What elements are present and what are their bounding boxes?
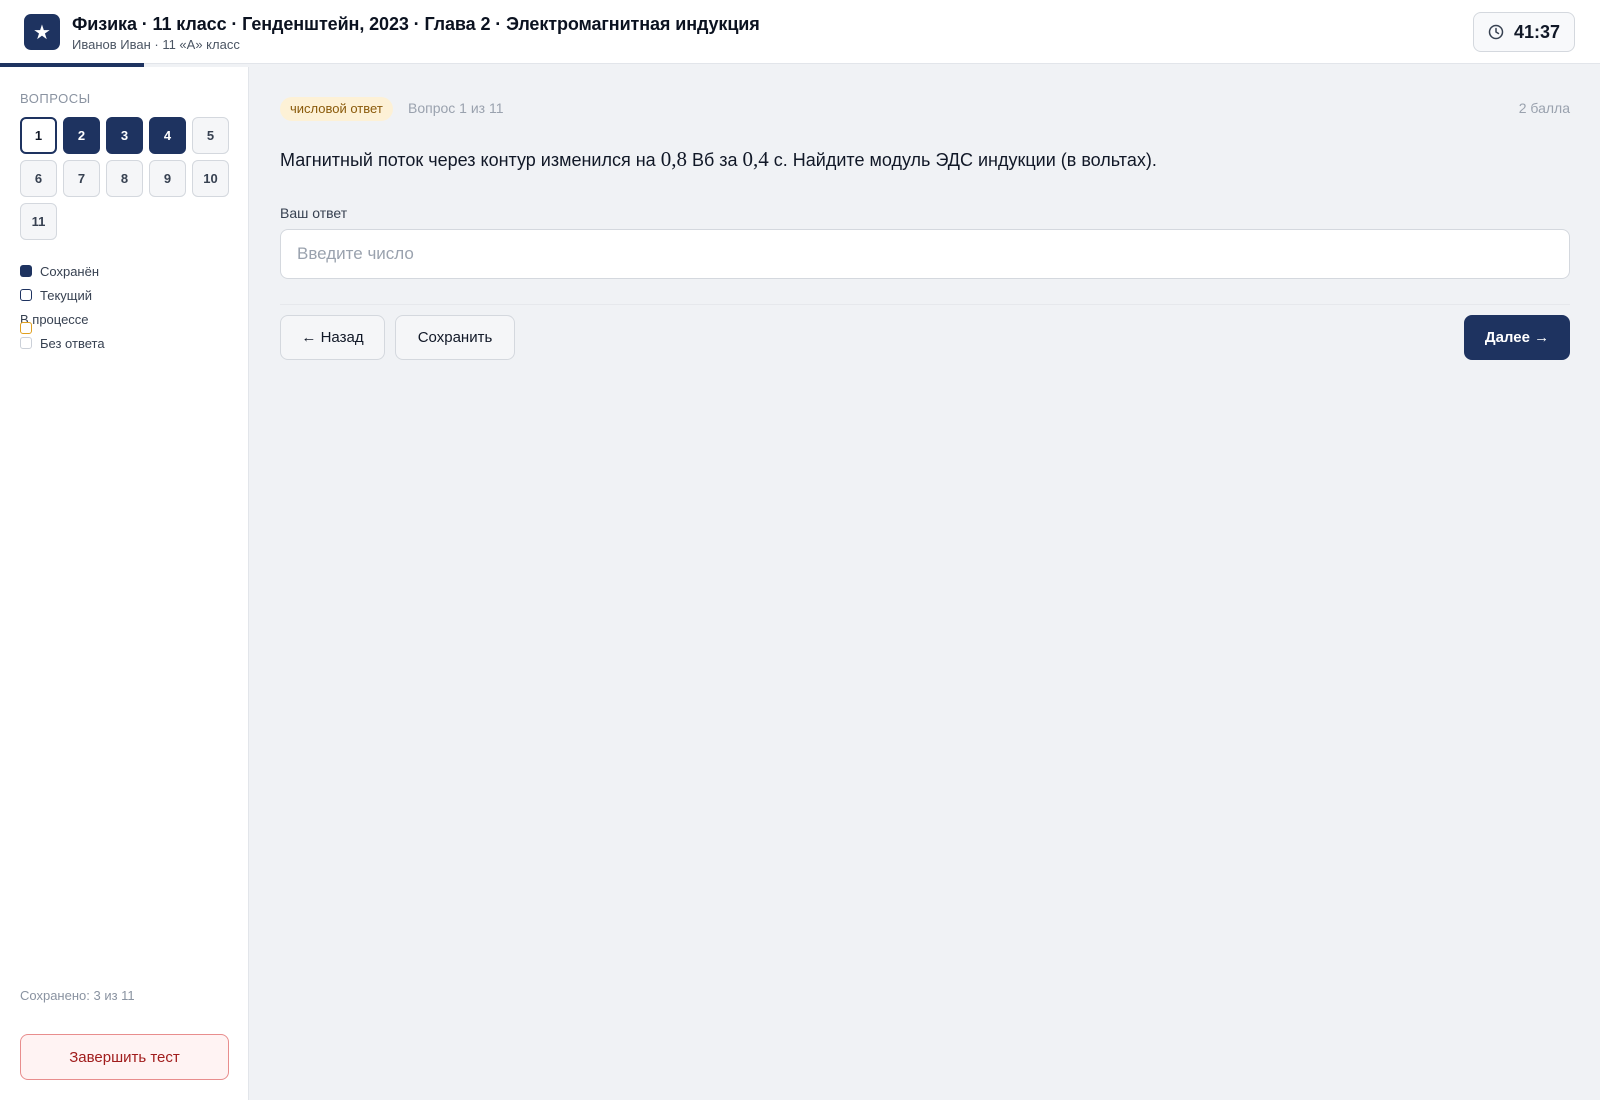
question-nav-button-9[interactable]: 9: [149, 160, 186, 197]
question-nav-button-3[interactable]: 3: [106, 117, 143, 154]
legend-item: Сохранён: [20, 259, 105, 283]
legend-item: В процессе: [20, 307, 105, 334]
question-text-part: Магнитный поток через контур изменился н…: [280, 150, 661, 170]
question-nav-button-7[interactable]: 7: [63, 160, 100, 197]
question-nav-button-4[interactable]: 4: [149, 117, 186, 154]
math-value: 0,4: [742, 147, 769, 171]
legend-label: Сохранён: [40, 263, 100, 279]
saved-swatch-icon: [20, 265, 32, 277]
legend: Сохранён Текущий В процессе Без ответа: [20, 259, 105, 355]
question-nav-button-2[interactable]: 2: [63, 117, 100, 154]
page-title: Физика · 11 класс · Генденштейн, 2023 · …: [72, 14, 760, 34]
question-nav-button-6[interactable]: 6: [20, 160, 57, 197]
student-info: Иванов Иван · 11 «А» класс: [72, 37, 240, 52]
in-progress-swatch-icon: [20, 322, 32, 334]
current-swatch-icon: [20, 289, 32, 301]
question-nav-button-11[interactable]: 11: [20, 203, 57, 240]
question-text-part: Вб за: [686, 150, 743, 170]
next-button[interactable]: Далее →: [1464, 315, 1570, 360]
question-nav-button-5[interactable]: 5: [192, 117, 229, 154]
clock-icon: [1488, 24, 1504, 40]
no-answer-swatch-icon: [20, 337, 32, 349]
saved-count: Сохранено: 3 из 11: [20, 988, 135, 1003]
back-button[interactable]: ← Назад: [280, 315, 385, 360]
question-grid: 1 2 3 4 5 6 7 8 9 10 11: [20, 117, 235, 240]
math-value: 0,8: [660, 147, 687, 171]
question-number: Вопрос 1 из 11: [408, 100, 504, 116]
sidebar: ВОПРОСЫ 1 2 3 4 5 6 7 8 9 10 11 Сохранён Текущий В…: [0, 67, 249, 1100]
question-type-badge: числовой ответ: [280, 97, 393, 121]
legend-item: Без ответа: [20, 331, 105, 355]
question-nav-button-8[interactable]: 8: [106, 160, 143, 197]
question-points: 2 балла: [1518, 100, 1570, 116]
save-button[interactable]: Сохранить: [395, 315, 515, 360]
legend-label: Текущий: [40, 287, 92, 303]
star-logo-icon: ★: [24, 14, 60, 50]
questions-heading: ВОПРОСЫ: [20, 91, 91, 106]
timer: 41:37: [1473, 12, 1575, 52]
question-text-part: с. Найдите модуль ЭДС индукции (в вольта…: [768, 150, 1157, 170]
timer-value: 41:37: [1513, 21, 1561, 42]
answer-input[interactable]: [280, 229, 1570, 279]
answer-label: Ваш ответ: [280, 205, 348, 221]
legend-label: Без ответа: [40, 335, 105, 351]
question-nav-button-1[interactable]: 1: [20, 117, 57, 154]
legend-item: Текущий: [20, 283, 105, 307]
finish-test-button[interactable]: Завершить тест: [20, 1034, 229, 1080]
divider: [280, 304, 1570, 305]
question-text: Магнитный поток через контур изменился н…: [280, 147, 1157, 172]
header: ★ Физика · 11 класс · Генденштейн, 2023 …: [0, 0, 1600, 67]
main-content: числовой ответ Вопрос 1 из 11 2 балла Ма…: [250, 67, 1600, 1100]
question-nav-button-10[interactable]: 10: [192, 160, 229, 197]
